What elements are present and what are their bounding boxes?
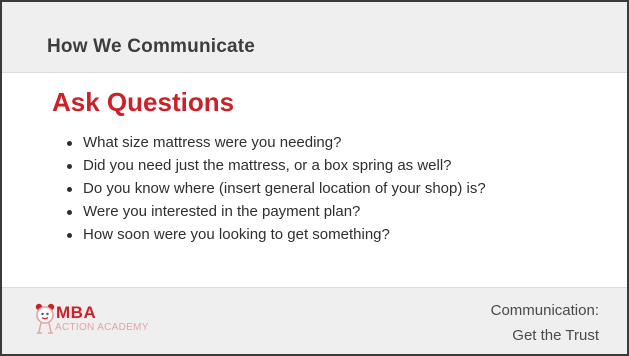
logo-brand-text: MBA [56,303,97,322]
slide: How We Communicate Ask Questions What si… [0,0,629,356]
list-item: What size mattress were you needing? [66,131,486,154]
header-band: How We Communicate [2,2,627,73]
list-item: How soon were you looking to get somethi… [66,223,486,246]
content-area: Ask Questions What size mattress were yo… [2,73,627,291]
footer-caption-line2: Get the Trust [512,327,599,344]
academy-logo: MBA ACTION ACADEMY [34,302,184,338]
footer-caption: Communication: Get the Trust [491,298,599,348]
page-title: How We Communicate [47,36,256,57]
list-item: Did you need just the mattress, or a box… [66,154,486,177]
slide-heading: Ask Questions [52,87,235,117]
bullet-list: What size mattress were you needing? Did… [66,131,486,246]
list-item: Do you know where (insert general locati… [66,177,486,200]
alarm-clock-mascot-icon [35,303,55,334]
list-item: Were you interested in the payment plan? [66,200,486,223]
footer-band: MBA ACTION ACADEMY Communication: Get th… [2,287,627,354]
footer-caption-line1: Communication: [490,302,599,319]
logo-subtitle-text: ACTION ACADEMY [55,322,149,333]
